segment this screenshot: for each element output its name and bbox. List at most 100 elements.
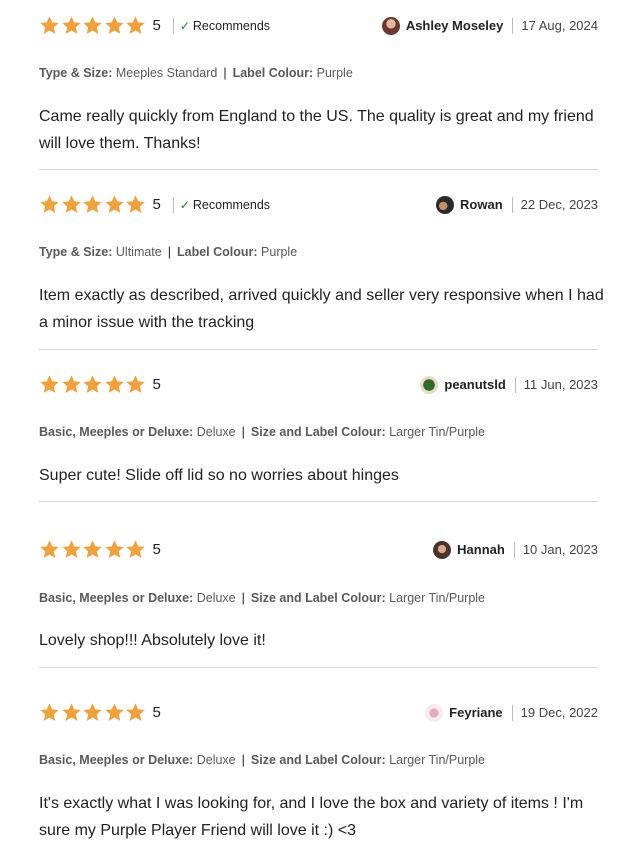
variation-label: Basic, Meeples or Deluxe: [39,425,194,439]
recommends-label: Recommends [192,18,271,33]
variation-value: Meeples Standard [115,66,218,80]
rating-value: 5 [152,541,161,558]
avatar[interactable] [425,703,444,722]
variation-value: Larger Tin/Purple [389,591,486,605]
divider [39,501,598,502]
reviewer-name[interactable]: peanutsld [444,377,505,392]
check-icon: ✓ [179,197,190,212]
star-rating: 5 [39,702,161,723]
separator: | [223,66,227,80]
star-icon [125,374,147,395]
star-icon [61,539,83,560]
variation-value: Deluxe [196,753,236,767]
variation-label: Label Colour: [176,245,258,259]
divider [39,667,598,668]
variation-label: Size and Label Colour: [250,591,386,605]
review-text: It's exactly what I was looking for, and… [39,795,584,839]
star-icon [104,15,126,36]
star-icon [39,15,61,36]
star-icon [104,374,126,395]
variation-label: Size and Label Colour: [250,753,386,767]
star-icon [39,539,61,560]
star-icon [61,194,83,215]
review-date: 11 Jun, 2023 [514,376,598,393]
reviewer-name[interactable]: Rowan [460,197,503,212]
star-icon [39,702,61,723]
star-rating: 5 ✓ Recommends [39,15,270,36]
review-meta: Ashley Moseley 17 Aug, 2024 [381,15,598,36]
star-icon [61,702,83,723]
separator: | [241,753,245,767]
divider [39,349,598,350]
star-icon [125,194,147,215]
star-icon [125,539,147,560]
variation-value: Deluxe [196,591,236,605]
star-icon [39,194,61,215]
star-icon [61,374,83,395]
review-date: 17 Aug, 2024 [512,17,598,34]
avatar[interactable] [381,16,400,35]
variation-value: Deluxe [196,425,236,439]
variation-value: Purple [316,66,353,80]
avatar[interactable] [420,375,439,394]
review-variations: Type & Size: Ultimate | Label Colour: Purp… [39,245,297,259]
rating-value: 5 [152,376,161,393]
review-date: 19 Dec, 2022 [511,704,598,721]
avatar[interactable] [433,540,452,559]
review-text: Super cute! Slide off lid so no worries … [39,467,399,484]
review-date: 10 Jan, 2023 [513,541,598,558]
variation-value: Larger Tin/Purple [389,425,486,439]
variation-value: Purple [261,245,298,259]
rating-value: 5 [152,17,161,34]
review-text: Came really quickly from England to the … [39,108,594,152]
check-icon: ✓ [179,18,190,33]
variation-value: Ultimate [115,245,162,259]
review-text: Item exactly as described, arrived quick… [39,287,604,331]
review-variations: Basic, Meeples or Deluxe: Deluxe | Size an… [39,425,485,439]
recommends-label: Recommends [192,197,271,212]
review-variations: Basic, Meeples or Deluxe: Deluxe | Size an… [39,591,485,605]
reviewer-name[interactable]: Feyriane [449,705,502,720]
variation-label: Size and Label Colour: [250,425,386,439]
variation-label: Label Colour: [232,66,314,80]
variation-label: Basic, Meeples or Deluxe: [39,591,194,605]
variation-label: Type & Size: [39,66,113,80]
review-meta: Hannah 10 Jan, 2023 [433,539,598,560]
star-rating: 5 ✓ Recommends [39,194,270,215]
reviewer-name[interactable]: Ashley Moseley [406,18,504,33]
star-icon [39,374,61,395]
star-icon [61,15,83,36]
separator: | [241,591,245,605]
star-icon [104,702,126,723]
review-meta: Rowan 22 Dec, 2023 [436,194,598,215]
variation-label: Basic, Meeples or Deluxe: [39,753,194,767]
reviewer-name[interactable]: Hannah [457,542,505,557]
star-icon [104,194,126,215]
review-meta: peanutsld 11 Jun, 2023 [420,374,598,395]
divider [39,169,598,170]
star-icon [82,374,104,395]
variation-label: Type & Size: [39,245,113,259]
star-icon [82,702,104,723]
recommends-badge: ✓ Recommends [172,196,271,213]
star-icon [125,15,147,36]
review-meta: Feyriane 19 Dec, 2022 [425,702,598,723]
star-icon [125,702,147,723]
star-rating: 5 [39,539,161,560]
star-icon [82,194,104,215]
variation-value: Larger Tin/Purple [389,753,486,767]
avatar[interactable] [436,195,455,214]
star-icon [104,539,126,560]
review-text: Lovely shop!!! Absolutely love it! [39,632,266,649]
star-icon [82,15,104,36]
separator: | [241,425,245,439]
separator: | [167,245,171,259]
rating-value: 5 [152,196,161,213]
review-date: 22 Dec, 2023 [511,196,598,213]
star-icon [82,539,104,560]
review-variations: Type & Size: Meeples Standard | Label Colo… [39,66,353,80]
review-variations: Basic, Meeples or Deluxe: Deluxe | Size an… [39,753,485,767]
star-rating: 5 [39,374,161,395]
rating-value: 5 [152,704,161,721]
recommends-badge: ✓ Recommends [172,17,271,34]
